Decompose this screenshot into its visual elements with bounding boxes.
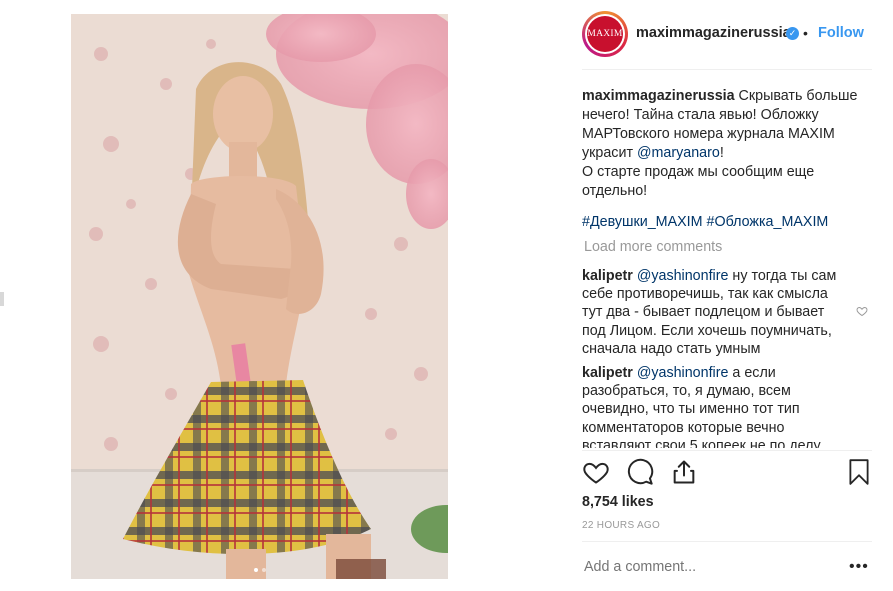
post-username[interactable]: maximmagazinerussia	[636, 25, 791, 41]
caption-username[interactable]: maximmagazinerussia	[582, 88, 735, 104]
maxim-logo: MAXIM	[587, 16, 623, 52]
actions-divider	[582, 450, 872, 451]
load-more-comments-button[interactable]: Load more comments	[584, 239, 722, 255]
comment-like-heart-icon[interactable]	[856, 305, 868, 317]
comment-box-divider	[582, 541, 872, 542]
more-options-icon[interactable]: •••	[849, 558, 869, 576]
follow-button[interactable]: Follow	[818, 25, 864, 41]
comments-list[interactable]: kalipetr @yashinonfire ну тогда ты сам с…	[582, 260, 872, 448]
caption-text-end: !	[719, 145, 724, 161]
comment-username[interactable]: kalipetr	[582, 268, 633, 284]
caption-mention[interactable]: @maryanaro	[637, 145, 720, 161]
comment-mention[interactable]: @yashinonfire	[637, 268, 729, 284]
post-header: MAXIM maximmagazinerussia ✓ • Follow	[582, 11, 872, 57]
separator-dot: •	[803, 25, 808, 41]
comment-bubble-icon[interactable]	[626, 458, 654, 486]
post-caption: maximmagazinerussia Скрывать больше нече…	[582, 87, 866, 201]
caption-hashtags[interactable]: #Девушки_MAXIM #Обложка_MAXIM	[582, 213, 828, 232]
carousel-dot-active	[253, 568, 258, 572]
comment-mention[interactable]: @yashinonfire	[637, 365, 729, 381]
post-actions	[582, 458, 872, 486]
avatar-frame: MAXIM	[585, 14, 625, 54]
avatar[interactable]: MAXIM	[582, 11, 628, 57]
photo-illustration	[71, 14, 448, 579]
verified-badge-icon: ✓	[786, 27, 799, 40]
carousel-indicator	[71, 559, 448, 577]
comment-username[interactable]: kalipetr	[582, 365, 633, 381]
post-sidebar: MAXIM maximmagazinerussia ✓ • Follow max…	[582, 0, 872, 591]
caption-line2: О старте продаж мы сообщим еще отдельно!	[582, 164, 815, 199]
add-comment-input[interactable]	[584, 559, 824, 575]
carousel-prev-edge	[0, 292, 4, 306]
carousel-dot	[261, 568, 266, 572]
post-photo[interactable]	[71, 14, 448, 579]
share-icon[interactable]	[670, 458, 698, 486]
comment-item: kalipetr @yashinonfire ну тогда ты сам с…	[582, 267, 844, 358]
likes-count[interactable]: 8,754 likes	[582, 494, 654, 510]
post-timestamp[interactable]: 22 HOURS AGO	[582, 520, 660, 531]
comment-item: kalipetr @yashinonfire а если разобратьс…	[582, 364, 844, 448]
bookmark-icon[interactable]	[846, 458, 872, 486]
header-divider	[582, 69, 872, 70]
heart-icon[interactable]	[582, 458, 610, 486]
